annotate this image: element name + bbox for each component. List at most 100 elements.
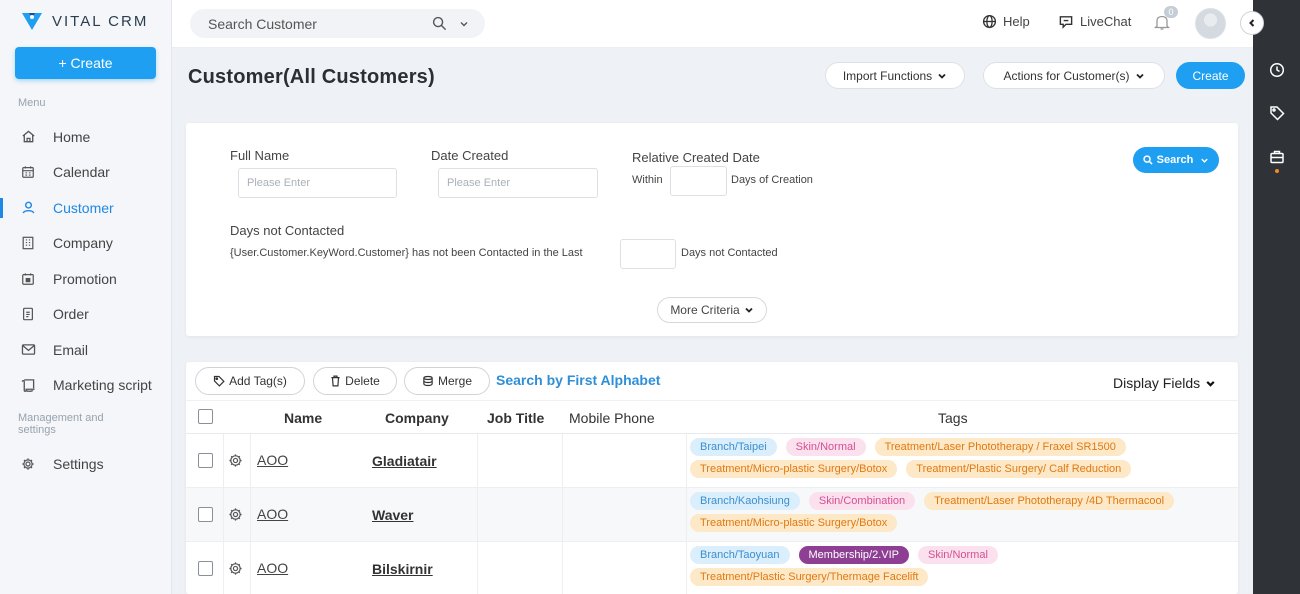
- more-criteria-button[interactable]: More Criteria: [657, 297, 767, 323]
- column-header-name[interactable]: Name: [284, 410, 322, 426]
- sidebar: VITAL CRM + Create Menu Home Calendar Cu…: [0, 0, 172, 594]
- chevron-down-icon[interactable]: [459, 19, 469, 29]
- date-created-input[interactable]: Please Enter: [438, 168, 598, 198]
- days-not-contacted-input[interactable]: [620, 239, 676, 269]
- sidebar-item-label: Marketing script: [53, 377, 152, 394]
- help-label: Help: [1003, 14, 1030, 29]
- display-fields-dropdown[interactable]: Display Fields: [1113, 375, 1216, 391]
- row-checkbox[interactable]: [198, 507, 213, 522]
- tag-chip[interactable]: Branch/Taipei: [690, 438, 777, 456]
- history-icon[interactable]: [1267, 60, 1287, 80]
- tag-chip[interactable]: Membership/2.VIP: [798, 546, 909, 564]
- page-title: Customer(All Customers): [188, 66, 435, 88]
- import-functions-label: Import Functions: [842, 68, 933, 83]
- merge-icon: [423, 375, 433, 387]
- tag-chip[interactable]: Treatment/Laser Phototherapy /4D Thermac…: [924, 492, 1175, 510]
- building-icon: [20, 235, 36, 251]
- sidebar-item-label: Company: [53, 235, 113, 252]
- gear-icon[interactable]: [228, 561, 243, 576]
- sidebar-item-calendar[interactable]: Calendar: [0, 155, 172, 191]
- app-logo[interactable]: VITAL CRM: [20, 10, 148, 32]
- search-by-first-alphabet-link[interactable]: Search by First Alphabet: [496, 372, 660, 388]
- livechat-label: LiveChat: [1080, 14, 1132, 29]
- tag-chip[interactable]: Treatment/Plastic Surgery/Thermage Facel…: [690, 568, 929, 586]
- table-row[interactable]: AOO Bilskirnir Branch/Taoyuan Membership…: [186, 542, 1238, 594]
- order-icon: [20, 306, 36, 322]
- create-customer-button[interactable]: Create: [1176, 62, 1245, 89]
- column-header-tags[interactable]: Tags: [938, 410, 968, 426]
- actions-label: Actions for Customer(s): [1003, 68, 1130, 83]
- gear-icon[interactable]: [228, 507, 243, 522]
- avatar[interactable]: [1195, 8, 1226, 39]
- briefcase-icon[interactable]: [1267, 147, 1287, 167]
- sidebar-item-label: Email: [53, 341, 89, 358]
- sidebar-create-button[interactable]: + Create: [15, 47, 156, 79]
- tag-chip[interactable]: Treatment/Micro-plastic Surgery/Botox: [690, 460, 898, 478]
- select-all-checkbox[interactable]: [198, 409, 213, 424]
- merge-button[interactable]: Merge: [404, 367, 490, 395]
- sidebar-item-settings[interactable]: Settings: [0, 446, 172, 482]
- customer-search-input[interactable]: Search Customer: [190, 9, 485, 38]
- collapse-panel-button[interactable]: [1240, 11, 1264, 35]
- sidebar-item-home[interactable]: Home: [0, 119, 172, 155]
- delete-button[interactable]: Delete: [313, 367, 397, 395]
- search-placeholder: Search Customer: [208, 15, 317, 32]
- chevron-left-icon: [1249, 19, 1255, 27]
- logo-icon: [22, 13, 42, 30]
- user-icon: [20, 200, 36, 216]
- row-checkbox[interactable]: [198, 453, 213, 468]
- within-label: Within: [632, 174, 663, 186]
- sidebar-item-email[interactable]: Email: [0, 332, 172, 368]
- gear-icon[interactable]: [228, 453, 243, 468]
- import-functions-button[interactable]: Import Functions: [825, 62, 965, 89]
- calendar-icon: [20, 164, 36, 180]
- column-header-company[interactable]: Company: [385, 410, 449, 426]
- full-name-input[interactable]: Please Enter: [238, 168, 397, 198]
- chevron-down-icon: [938, 73, 946, 79]
- script-icon: [20, 377, 36, 393]
- days-not-contacted-suffix: Days not Contacted: [681, 247, 778, 259]
- days-not-contacted-title: Days not Contacted: [230, 223, 345, 238]
- column-header-mobile-phone[interactable]: Mobile Phone: [569, 410, 655, 426]
- help-link[interactable]: Help: [982, 14, 1030, 29]
- sidebar-item-marketing-script[interactable]: Marketing script: [0, 368, 172, 404]
- chevron-down-icon: [1135, 73, 1144, 79]
- sidebar-item-company[interactable]: Company: [0, 226, 172, 262]
- sidebar-item-label: Customer: [53, 199, 114, 216]
- customer-name-link[interactable]: AOO: [257, 452, 288, 468]
- chevron-down-icon: [1201, 158, 1209, 163]
- customer-name-link[interactable]: AOO: [257, 506, 288, 522]
- tag-chip[interactable]: Skin/Normal: [917, 546, 998, 564]
- company-link[interactable]: Waver: [372, 507, 414, 523]
- tag-chip[interactable]: Treatment/Plastic Surgery/ Calf Reductio…: [906, 460, 1132, 478]
- sidebar-item-label: Settings: [53, 455, 104, 472]
- notification-dot: [1275, 169, 1279, 173]
- customer-name-link[interactable]: AOO: [257, 560, 288, 576]
- company-link[interactable]: Bilskirnir: [372, 561, 433, 577]
- company-link[interactable]: Gladiatair: [372, 453, 437, 469]
- row-checkbox[interactable]: [198, 561, 213, 576]
- tag-chip[interactable]: Skin/Normal: [785, 438, 866, 456]
- table-row[interactable]: AOO Waver Branch/Kaohsiung Skin/Combinat…: [186, 488, 1238, 542]
- tag-chip[interactable]: Treatment/Laser Phototherapy / Fraxel SR…: [874, 438, 1126, 456]
- sidebar-item-promotion[interactable]: Promotion: [0, 261, 172, 297]
- tag-list: Branch/Taoyuan Membership/2.VIP Skin/Nor…: [690, 546, 1230, 586]
- sidebar-item-order[interactable]: Order: [0, 297, 172, 333]
- livechat-link[interactable]: LiveChat: [1058, 14, 1131, 29]
- tag-chip[interactable]: Treatment/Micro-plastic Surgery/Botox: [690, 514, 898, 532]
- top-bar: Search Customer Help LiveChat 0: [172, 0, 1264, 48]
- within-days-input[interactable]: [670, 166, 727, 196]
- sidebar-item-customer[interactable]: Customer: [0, 190, 172, 226]
- search-button[interactable]: Search: [1133, 147, 1219, 173]
- actions-for-customers-button[interactable]: Actions for Customer(s): [983, 62, 1165, 89]
- tag-chip[interactable]: Branch/Kaohsiung: [690, 492, 800, 510]
- column-header-job-title[interactable]: Job Title: [487, 410, 544, 426]
- add-tags-button[interactable]: Add Tag(s): [195, 367, 305, 395]
- table-row[interactable]: AOO Gladiatair Branch/Taipei Skin/Normal…: [186, 434, 1238, 488]
- management-section-title: Management and settings: [18, 412, 104, 436]
- notification-bell[interactable]: 0: [1154, 6, 1178, 32]
- tag-chip[interactable]: Skin/Combination: [808, 492, 916, 510]
- tag-chip[interactable]: Branch/Taoyuan: [690, 546, 790, 564]
- search-icon[interactable]: [432, 16, 447, 31]
- tag-icon[interactable]: [1267, 103, 1287, 123]
